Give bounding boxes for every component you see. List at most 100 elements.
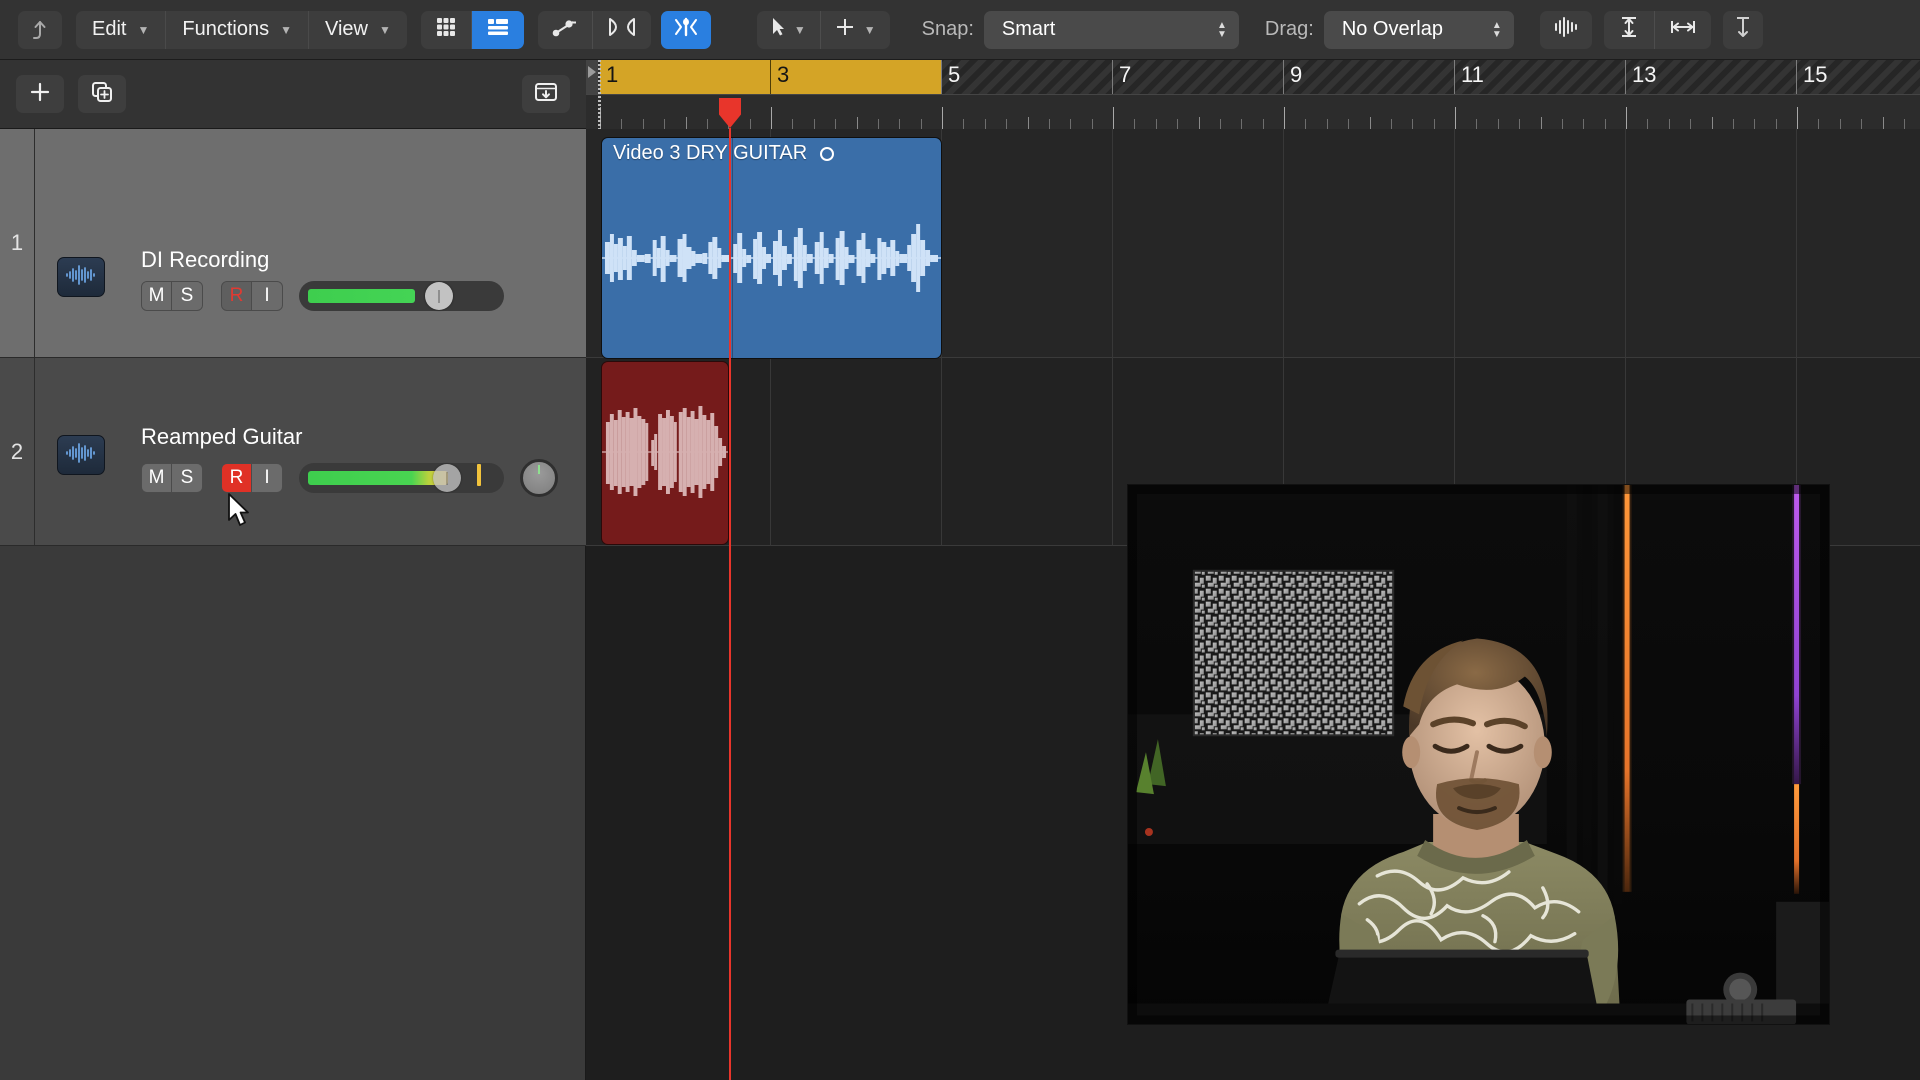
snap-select[interactable]: Smart ▲▼ [984,11,1239,49]
arrow-cursor-icon [771,17,785,43]
circle-loop-icon[interactable] [820,147,834,161]
main-toolbar: Edit ▼ Functions ▼ View ▼ [0,0,1920,60]
vertical-zoom-button[interactable] [1604,11,1655,49]
ruler-tick-minor [1883,117,1884,129]
chevron-down-icon: ▼ [379,24,391,36]
ruler-tick-beat [1049,119,1050,129]
add-track-button[interactable] [16,75,64,113]
audio-waveform-icon [64,442,98,469]
chevron-down-icon: ▼ [137,24,149,36]
ruler-tick-beat [1220,119,1221,129]
ruler-tick-beat [1840,119,1841,129]
track-1-solo-button[interactable]: S [172,282,202,310]
ruler-tick-beat [1006,119,1007,129]
up-arrow-icon [30,19,50,41]
track-2-mute-button[interactable]: M [142,464,172,492]
grid-view-button[interactable] [421,11,472,49]
ruler-tick-beat [1391,119,1392,129]
horizontal-zoom-button[interactable] [1655,11,1711,49]
ruler-tick-minor [1028,117,1029,129]
ruler-tick-major [771,107,772,129]
ruler-tick-beat [1647,119,1648,129]
bar-line [770,60,771,94]
duplicate-track-button[interactable] [78,75,126,113]
ruler-tick-beat [1305,119,1306,129]
list-view-button[interactable] [472,11,524,49]
track-2-icon-button[interactable] [57,435,105,475]
view-toggle-group [421,11,524,49]
track-2-input-button[interactable]: I [252,464,282,492]
ruler-tick-beat [835,119,836,129]
track-1-icon-button[interactable] [57,257,105,297]
up-arrow-icon-button[interactable] [18,11,62,49]
drag-label: Drag: [1261,18,1324,41]
track-number-1: 1 [0,230,34,256]
ruler-bars[interactable]: 1 3 5 7 9 11 13 15 [586,60,1920,94]
track-1-mute-button[interactable]: M [142,282,172,310]
track-2-record-button[interactable]: R [222,464,252,492]
ruler-tick-beat [1070,119,1071,129]
waveform-icon [1551,16,1581,44]
track-2-fader-knob[interactable] [433,464,461,492]
ruler-tick-beat [1605,119,1606,129]
ruler-tick-beat [1776,119,1777,129]
flex-button[interactable] [593,11,651,49]
secondary-tool-button[interactable]: ▼ [821,11,890,49]
hide-tracks-button[interactable] [522,75,570,113]
track-2-name[interactable]: Reamped Guitar [141,424,302,450]
ruler-tick-minor [1541,117,1542,129]
automation-button[interactable] [538,11,593,49]
track-1-mute-solo-group: M S [141,281,203,311]
region-name-label: Video 3 DRY GUITAR [613,142,834,165]
ruler-tick-major [1797,107,1798,129]
audio-region-video-3-dry-guitar[interactable]: Video 3 DRY GUITAR [601,137,942,359]
ruler-tick-beat [921,119,922,129]
horizontal-resize-icon [1669,16,1697,44]
track-1-fader-track [308,289,495,303]
track-2-pan-knob[interactable] [520,459,558,497]
bar-number: 13 [1632,62,1656,88]
menu-functions[interactable]: Functions ▼ [166,11,309,49]
tool-selector-group: ▼ ▼ [757,11,890,49]
track-2-volume-fader[interactable] [299,463,504,493]
track-number-2: 2 [0,439,34,465]
ruler-tick-major [1626,107,1627,129]
ruler-tick-beat [1177,119,1178,129]
ruler-tick-minor [1370,117,1371,129]
waveform-zoom-button[interactable] [1540,11,1592,49]
ruler-tick-major [1284,107,1285,129]
pointer-tool-button[interactable]: ▼ [757,11,821,49]
track-1-record-button[interactable]: R [222,282,252,310]
timeline-ruler[interactable]: 1 3 5 7 9 11 13 15 [586,60,1920,129]
track-1-input-button[interactable]: I [252,282,282,310]
track-1-name[interactable]: DI Recording [141,247,269,273]
video-preview-window[interactable] [1127,484,1830,1025]
catch-playhead-button[interactable] [1723,11,1763,49]
snap-label: Snap: [918,18,984,41]
ruler-tick-beat [1583,119,1584,129]
recording-region-track-2[interactable] [601,361,729,545]
menu-edit[interactable]: Edit ▼ [76,11,166,49]
chevron-down-icon: ▼ [280,24,292,36]
track-1-record-input-group: R I [221,281,283,311]
chevron-down-icon: ▼ [864,24,876,36]
track-1-level-meter [308,289,415,303]
track-2-level-meter [308,471,448,485]
track-1-volume-fader[interactable] [299,281,504,311]
ruler-tick-beat [1562,119,1563,129]
cycle-start-marker[interactable] [586,60,598,94]
vertical-resize-icon [1618,15,1640,45]
track-1-fader-knob[interactable] [425,282,453,310]
ruler-tick-beat [985,119,986,129]
bar-number: 15 [1803,62,1827,88]
track-body-2: Reamped Guitar M S R I [35,358,586,545]
track-header-1[interactable]: 1 [0,129,586,358]
flex-pitch-button[interactable] [661,11,711,49]
track-header-2[interactable]: 2 [0,358,586,546]
ruler-tick-major [1113,107,1114,129]
menu-view[interactable]: View ▼ [309,11,407,49]
track-2-solo-button[interactable]: S [172,464,202,492]
ruler-tick-beat [643,119,644,129]
track-header-toolbar [0,60,586,129]
drag-select[interactable]: No Overlap ▲▼ [1324,11,1514,49]
